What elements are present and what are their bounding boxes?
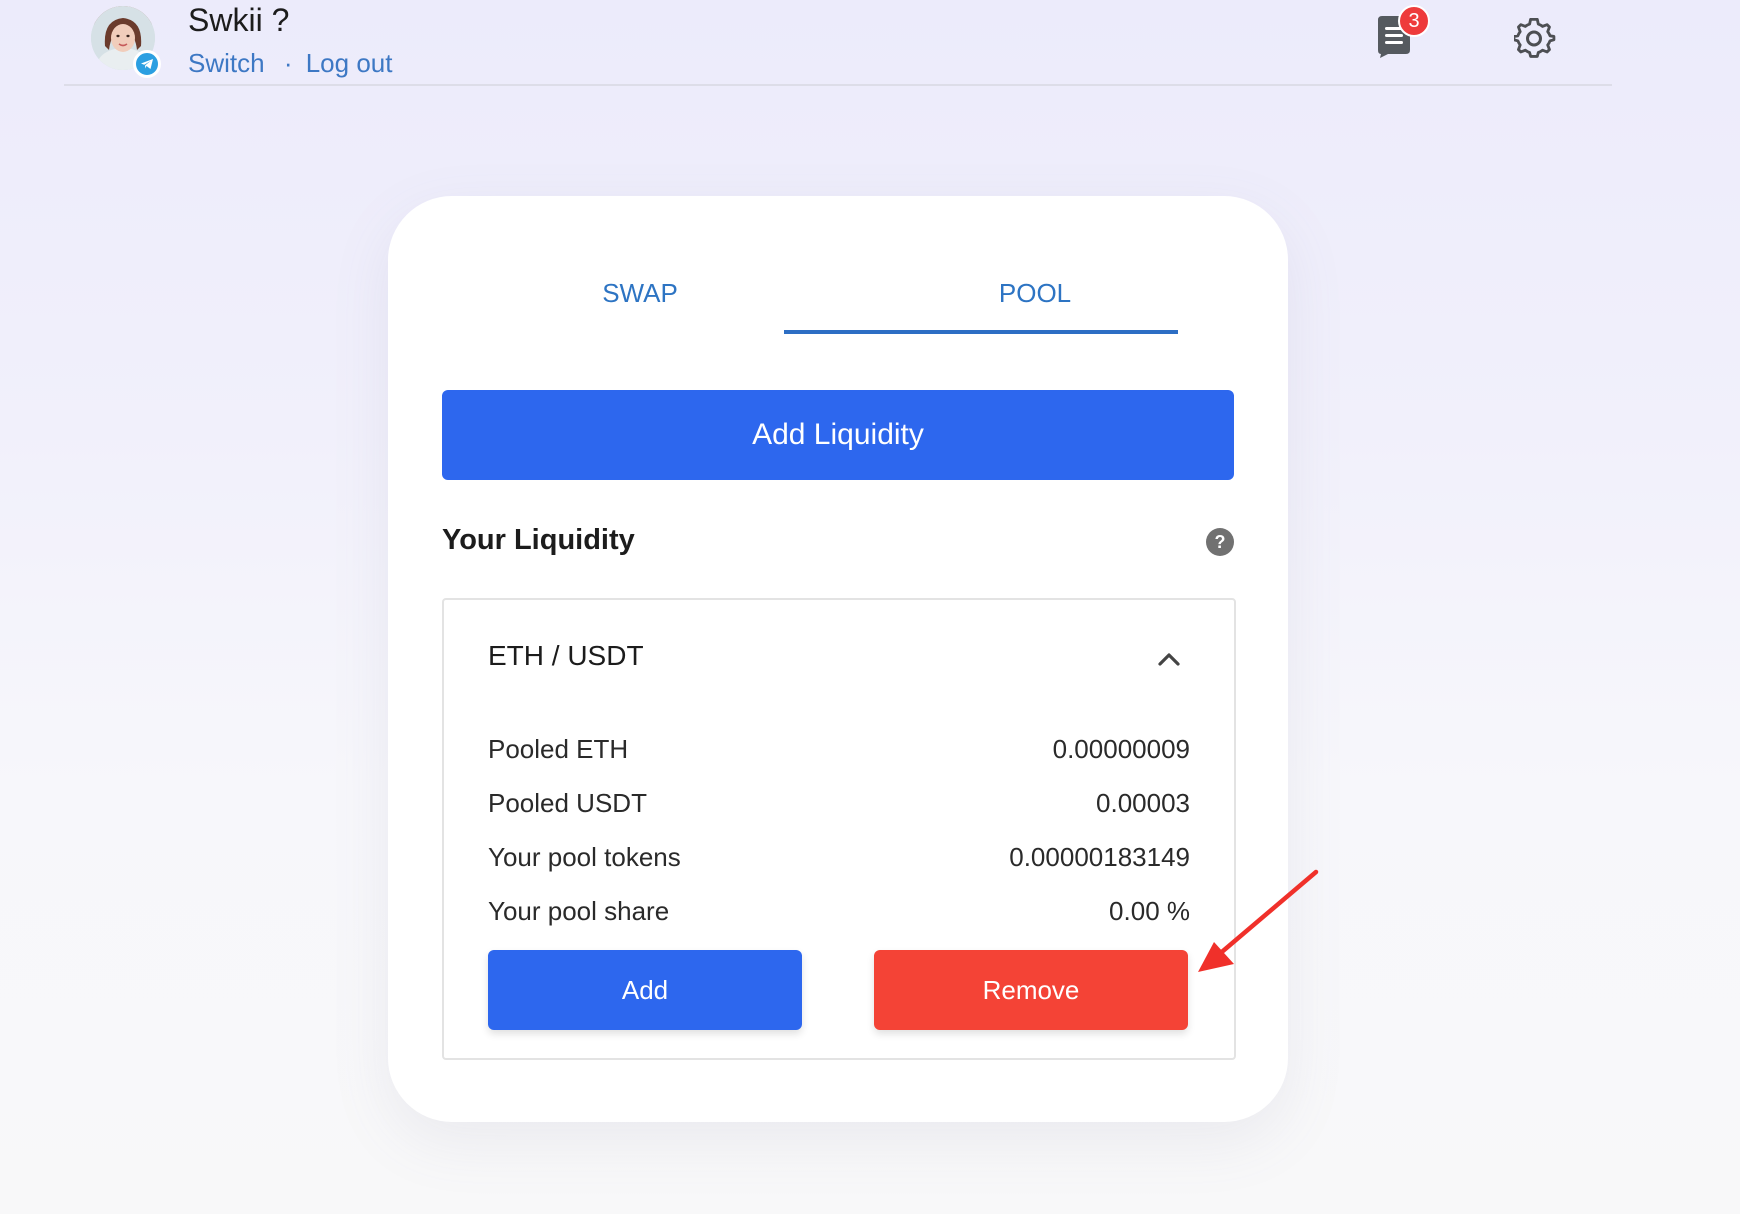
remove-button[interactable]: Remove [874, 950, 1188, 1030]
stat-label: Pooled USDT [488, 788, 647, 818]
pool-position-panel: ETH / USDT Pooled ETH 0.00000009 Pooled … [442, 598, 1236, 1060]
stat-value: 0.00 % [1109, 896, 1190, 926]
stat-row-pool-share: Your pool share 0.00 % [488, 896, 1190, 927]
user-avatar[interactable] [91, 6, 161, 78]
help-icon[interactable]: ? [1206, 528, 1234, 556]
stat-row-pooled-usdt: Pooled USDT 0.00003 [488, 788, 1190, 819]
pool-card: SWAP POOL Add Liquidity Your Liquidity ?… [388, 196, 1288, 1122]
logout-link[interactable]: Log out [306, 48, 393, 78]
active-tab-indicator [784, 330, 1178, 334]
add-liquidity-button[interactable]: Add Liquidity [442, 390, 1234, 480]
chevron-up-icon[interactable] [1156, 650, 1182, 668]
stat-value: 0.00003 [1096, 788, 1190, 818]
pool-pair-name: ETH / USDT [488, 640, 644, 671]
stat-label: Your pool share [488, 896, 670, 926]
notification-count-badge: 3 [1398, 5, 1430, 37]
tab-bar: SWAP POOL [442, 252, 1234, 334]
username: Swkii ? [188, 2, 290, 38]
stat-label: Pooled ETH [488, 734, 629, 764]
stat-row-pooled-eth: Pooled ETH 0.00000009 [488, 734, 1190, 765]
telegram-icon [133, 50, 161, 78]
link-separator: · [283, 48, 293, 78]
stat-label: Your pool tokens [488, 842, 681, 872]
stat-value: 0.00000183149 [1009, 842, 1190, 872]
annotation-arrow-icon [1190, 860, 1330, 980]
switch-account-link[interactable]: Switch [188, 48, 265, 78]
tab-swap[interactable]: SWAP [442, 252, 838, 334]
tab-pool[interactable]: POOL [838, 252, 1232, 334]
gear-icon[interactable] [1512, 17, 1556, 60]
your-liquidity-heading: Your Liquidity [442, 524, 635, 556]
add-button[interactable]: Add [488, 950, 802, 1030]
stat-row-pool-tokens: Your pool tokens 0.00000183149 [488, 842, 1190, 873]
account-links: Switch · Log out [188, 48, 392, 79]
stat-value: 0.00000009 [1052, 734, 1190, 764]
